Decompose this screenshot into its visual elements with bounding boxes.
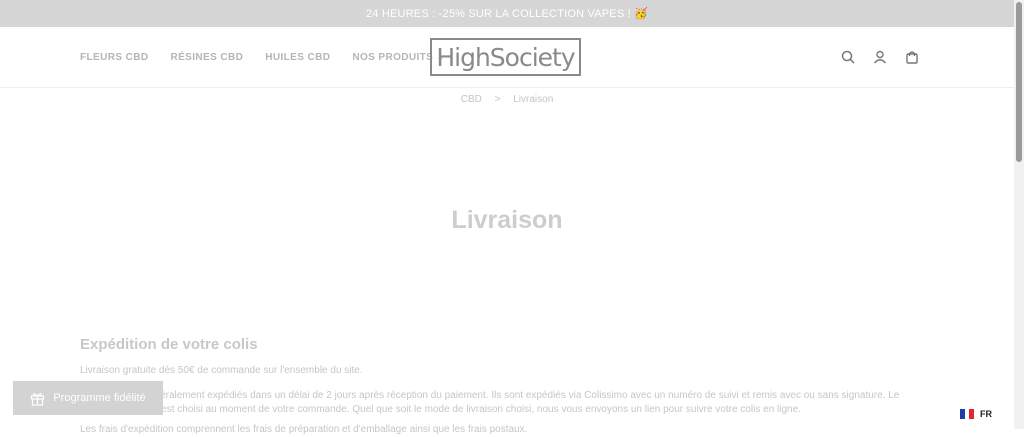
shipping-paragraph: Les frais d'expédition comprennent les f…: [80, 424, 528, 435]
main-nav: FLEURS CBD RÉSINES CBD HUILES CBD NOS PR…: [80, 27, 444, 87]
scrollbar-thumb[interactable]: [1016, 2, 1022, 162]
announcement-text: 24 HEURES : -25% SUR LA COLLECTION VAPES…: [365, 8, 649, 20]
cart-icon[interactable]: [904, 49, 920, 65]
site-header: FLEURS CBD RÉSINES CBD HUILES CBD NOS PR…: [0, 27, 1014, 88]
header-icons: [840, 27, 920, 87]
gift-icon: [31, 392, 45, 406]
nav-item-resines-cbd[interactable]: RÉSINES CBD: [170, 52, 243, 63]
nav-item-label: FLEURS CBD: [80, 51, 149, 63]
language-selector[interactable]: FR: [960, 409, 992, 419]
page-scrollbar[interactable]: [1014, 0, 1024, 429]
announcement-bar: 24 HEURES : -25% SUR LA COLLECTION VAPES…: [0, 0, 1014, 27]
loyalty-program-button[interactable]: Programme fidélité: [13, 381, 163, 415]
site-logo[interactable]: HighSociety: [430, 38, 581, 76]
shipping-paragraph: Les colis sont généralement expédiés dan…: [80, 390, 900, 415]
section-title: Expédition de votre colis: [80, 336, 258, 353]
nav-item-fleurs-cbd[interactable]: FLEURS CBD: [80, 52, 148, 63]
search-icon[interactable]: [840, 49, 856, 65]
france-flag-icon: [960, 409, 975, 419]
breadcrumb-root[interactable]: CBD: [461, 94, 482, 105]
nav-item-huiles-cbd[interactable]: HUILES CBD: [265, 52, 330, 63]
nav-item-label: RÉSINES CBD: [170, 51, 244, 63]
loyalty-program-label: Programme fidélité: [53, 392, 146, 404]
logo-text: HighSociety: [436, 42, 575, 72]
nav-item-label: NOS PRODUITS: [352, 51, 434, 63]
language-code: FR: [980, 409, 992, 419]
nav-item-label: HUILES CBD: [265, 51, 331, 63]
shipping-paragraph: Livraison gratuite dès 50€ de commande s…: [80, 365, 363, 376]
breadcrumb: CBD > Livraison: [0, 94, 1014, 105]
breadcrumb-separator: >: [494, 94, 501, 105]
breadcrumb-current: Livraison: [513, 94, 554, 105]
account-icon[interactable]: [872, 49, 888, 65]
page-title: Livraison: [451, 206, 563, 234]
